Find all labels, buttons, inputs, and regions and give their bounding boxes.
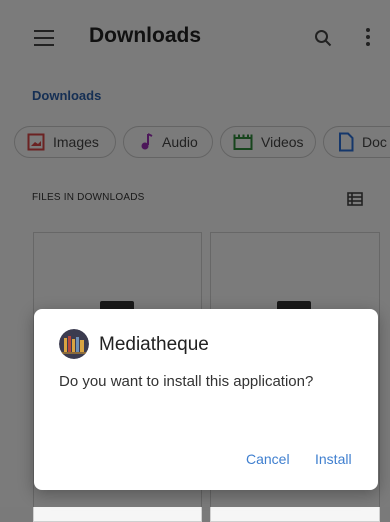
app-icon: [59, 329, 89, 359]
install-button[interactable]: Install: [315, 451, 352, 467]
dialog-app-name: Mediatheque: [99, 334, 209, 355]
dialog-message: Do you want to install this application?: [59, 373, 314, 390]
install-dialog: Mediatheque Do you want to install this …: [34, 309, 378, 490]
cancel-button[interactable]: Cancel: [246, 451, 290, 467]
